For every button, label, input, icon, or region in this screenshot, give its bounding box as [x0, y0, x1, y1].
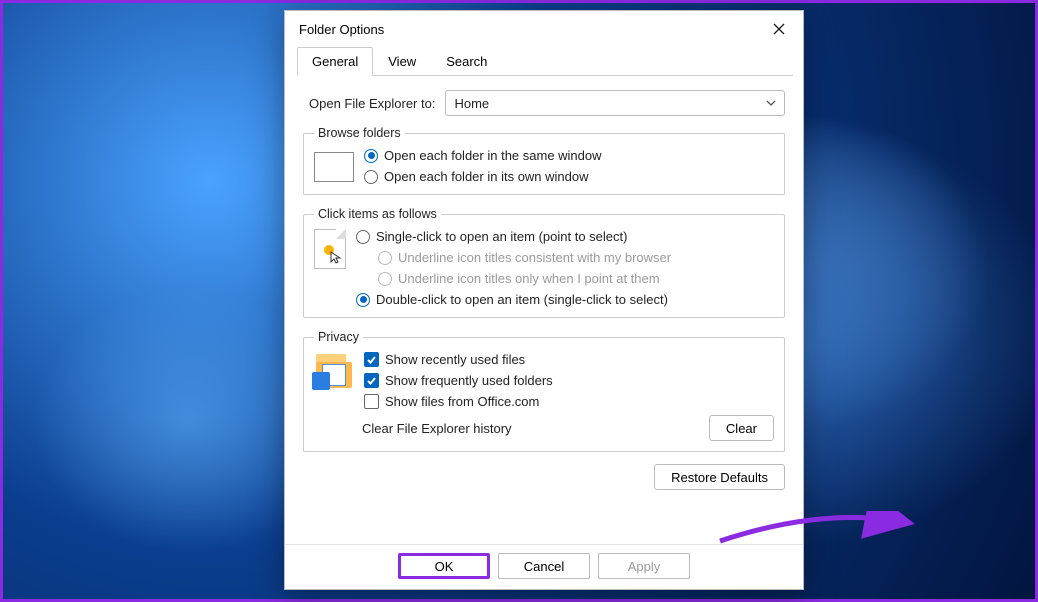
page-click-icon [314, 229, 346, 269]
browse-legend: Browse folders [314, 126, 405, 140]
tab-strip: General View Search [297, 47, 793, 76]
apply-button[interactable]: Apply [598, 553, 690, 579]
window-thumb-icon [314, 152, 354, 182]
cancel-button[interactable]: Cancel [498, 553, 590, 579]
privacy-folder-icon [314, 352, 354, 388]
radio-icon [378, 272, 392, 286]
dialog-title: Folder Options [299, 22, 384, 37]
tab-search[interactable]: Search [431, 47, 502, 75]
dialog-body: Open File Explorer to: Home Browse folde… [285, 76, 803, 544]
radio-underline-browser: Underline icon titles consistent with my… [378, 250, 671, 265]
radio-icon [364, 149, 378, 163]
close-icon [773, 23, 785, 35]
radio-icon [356, 230, 370, 244]
radio-icon [378, 251, 392, 265]
close-button[interactable] [765, 17, 793, 41]
ok-button[interactable]: OK [398, 553, 490, 579]
check-recent-files[interactable]: Show recently used files [364, 352, 553, 367]
radio-double-click[interactable]: Double-click to open an item (single-cli… [356, 292, 671, 307]
privacy-legend: Privacy [314, 330, 363, 344]
folder-options-dialog: Folder Options General View Search Open … [284, 10, 804, 590]
radio-same-window[interactable]: Open each folder in the same window [364, 148, 602, 163]
check-office-files[interactable]: Show files from Office.com [364, 394, 553, 409]
tab-view[interactable]: View [373, 47, 431, 75]
clear-history-label: Clear File Explorer history [362, 421, 512, 436]
privacy-group: Privacy Show recently used files Show fr… [303, 330, 785, 452]
open-to-value: Home [454, 96, 489, 111]
dialog-footer: OK Cancel Apply [285, 544, 803, 589]
checkbox-icon [364, 352, 379, 367]
radio-icon [364, 170, 378, 184]
radio-underline-point: Underline icon titles only when I point … [378, 271, 671, 286]
checkbox-icon [364, 394, 379, 409]
open-to-label: Open File Explorer to: [309, 96, 435, 111]
checkbox-icon [364, 373, 379, 388]
browse-folders-group: Browse folders Open each folder in the s… [303, 126, 785, 195]
radio-own-window[interactable]: Open each folder in its own window [364, 169, 602, 184]
click-legend: Click items as follows [314, 207, 441, 221]
clear-button[interactable]: Clear [709, 415, 774, 441]
restore-defaults-button[interactable]: Restore Defaults [654, 464, 785, 490]
open-to-select[interactable]: Home [445, 90, 785, 116]
radio-single-click[interactable]: Single-click to open an item (point to s… [356, 229, 671, 244]
titlebar: Folder Options [285, 11, 803, 43]
click-items-group: Click items as follows Single-click to o… [303, 207, 785, 318]
check-frequent-folders[interactable]: Show frequently used folders [364, 373, 553, 388]
radio-icon [356, 293, 370, 307]
tab-general[interactable]: General [297, 47, 373, 76]
chevron-down-icon [766, 98, 776, 108]
